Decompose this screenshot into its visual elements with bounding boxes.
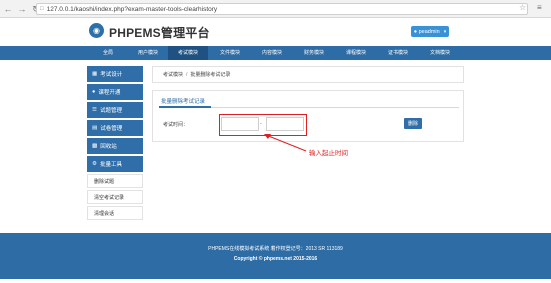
- browser-menu-icon[interactable]: ≡: [537, 3, 542, 12]
- nav-item-files[interactable]: 文件模块: [210, 46, 250, 60]
- footer-registration: PHPEMS在线模拟考试系统 着作权登记号：2013 SR 113189: [208, 246, 343, 252]
- main-panel: 批量删除考试记录 考试时间： - 删除: [152, 90, 464, 142]
- breadcrumb-separator: /: [186, 71, 188, 78]
- main-nav: 全局 用户模块 考试模块 文件模块 内容模块 财务模块 课程模块 证书模块 文档…: [0, 46, 551, 60]
- url-text: 127.0.0.1/kaoshi/index.php?exam-master-t…: [46, 5, 218, 13]
- trash-icon: ▩: [92, 143, 98, 149]
- user-menu-button[interactable]: ● peadmin ▾: [411, 26, 449, 37]
- end-date-input[interactable]: [266, 117, 304, 131]
- sidebar-item-exam-design[interactable]: ▦ 考试设计: [87, 66, 143, 82]
- sidebar-item-label: 试卷管理: [100, 126, 123, 132]
- nav-item-certificate[interactable]: 证书模块: [378, 46, 418, 60]
- site-footer: PHPEMS在线模拟考试系统 着作权登记号：2013 SR 113189 Cop…: [0, 233, 551, 279]
- sidebar-item-papers[interactable]: ▤ 试卷管理: [87, 120, 143, 136]
- annotation-text: 输入起止时间: [309, 150, 348, 157]
- tab-active-indicator: [159, 106, 211, 108]
- username-label: peadmin: [418, 28, 440, 35]
- nav-item-global[interactable]: 全局: [88, 46, 128, 60]
- sidebar-item-course-open[interactable]: ● 课程开通: [87, 84, 143, 100]
- document-icon: ▤: [92, 125, 98, 131]
- list-icon: ☰: [92, 107, 97, 113]
- wrench-icon: ⚙: [92, 161, 97, 167]
- site-header: ◉ PHPEMS管理平台 ● peadmin ▾: [0, 18, 551, 46]
- back-icon[interactable]: ←: [2, 3, 14, 15]
- sidebar-subitem-clear-records[interactable]: 清空考试记录: [87, 190, 143, 204]
- chevron-down-icon: ▾: [443, 28, 447, 35]
- tab-batch-delete-records[interactable]: 批量删除考试记录: [161, 97, 205, 105]
- delete-button[interactable]: 删除: [404, 118, 422, 129]
- sidebar-item-label: 课程开通: [98, 90, 121, 96]
- sidebar-subitem-clear-sessions[interactable]: 清理会话: [87, 206, 143, 220]
- sidebar-item-questions[interactable]: ☰ 试题管理: [87, 102, 143, 118]
- breadcrumb-item: 批量删除考试记录: [190, 72, 231, 78]
- sidebar-item-label: 试题管理: [99, 108, 122, 114]
- forward-icon[interactable]: →: [16, 3, 28, 15]
- site-title: PHPEMS管理平台: [109, 26, 210, 40]
- sidebar-item-batch-tools[interactable]: ⚙ 批量工具: [87, 156, 143, 172]
- sidebar-item-label: 回收站: [100, 144, 117, 150]
- breadcrumb: 考试模块 / 批量删除考试记录: [152, 66, 464, 83]
- footer-copyright: Copyright © phpems.net 2015-2016: [233, 256, 318, 262]
- sidebar-item-label: 考试设计: [100, 72, 123, 78]
- user-icon: ●: [92, 89, 96, 95]
- address-bar[interactable]: □ 127.0.0.1/kaoshi/index.php?exam-master…: [36, 3, 528, 15]
- logo-icon: ◉: [89, 23, 104, 38]
- nav-item-finance[interactable]: 财务模块: [294, 46, 334, 60]
- nav-item-course[interactable]: 课程模块: [336, 46, 376, 60]
- nav-item-docs[interactable]: 文档模块: [420, 46, 460, 60]
- nav-item-exam[interactable]: 考试模块: [168, 46, 208, 60]
- exam-time-label: 考试时间：: [163, 122, 189, 128]
- sidebar-subitem-delete-questions[interactable]: 删除试题: [87, 174, 143, 188]
- nav-item-content[interactable]: 内容模块: [252, 46, 292, 60]
- grid-icon: ▦: [92, 71, 98, 77]
- sidebar-item-recycle[interactable]: ▩ 回收站: [87, 138, 143, 154]
- nav-item-users[interactable]: 用户模块: [128, 46, 168, 60]
- start-date-input[interactable]: [221, 117, 259, 131]
- sidebar-item-label: 批量工具: [99, 162, 122, 168]
- bookmark-star-icon[interactable]: ☆: [519, 3, 526, 12]
- page-icon: □: [40, 6, 44, 12]
- breadcrumb-item[interactable]: 考试模块: [163, 71, 183, 78]
- range-dash: -: [260, 121, 262, 127]
